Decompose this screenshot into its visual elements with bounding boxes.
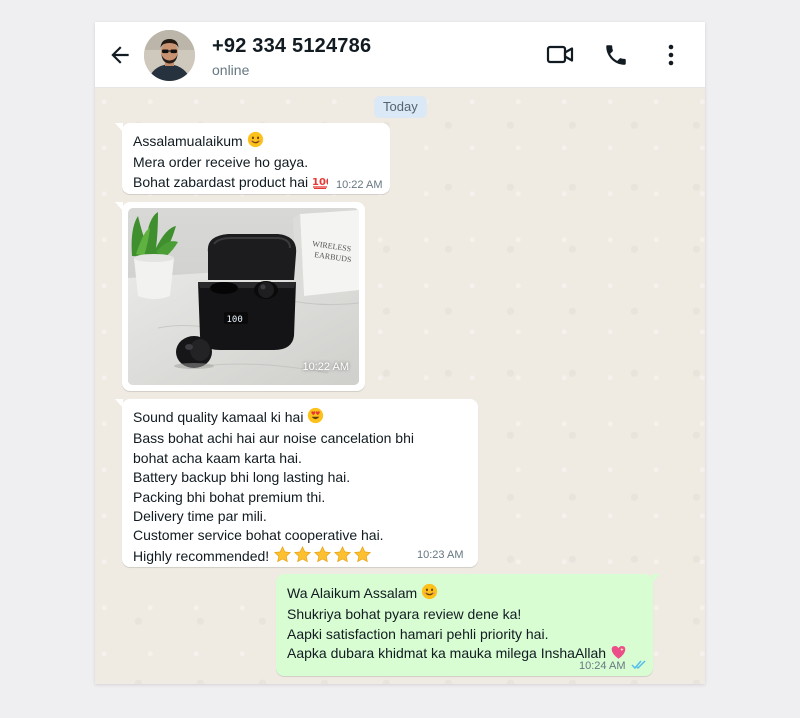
star-emoji: [274, 545, 292, 563]
message-time: 10:23 AM: [417, 549, 464, 561]
chat-window: +92 334 5124786 online Today Assalamuala…: [95, 22, 705, 684]
video-call-icon[interactable]: [546, 42, 574, 68]
contact-name[interactable]: +92 334 5124786: [212, 35, 371, 58]
star-emoji: [314, 545, 332, 563]
message-text: Battery backup bhi long lasting hai.: [133, 469, 351, 486]
message-bubble-outgoing[interactable]: Wa Alaikum Assalam Shukriya bohat pyara …: [276, 574, 660, 676]
message-time: 10:22 AM: [302, 360, 349, 373]
message-text: Bohat zabardast product hai: [133, 173, 309, 190]
message-text: Aapka dubara khidmat ka mauka milega Ins…: [287, 645, 607, 662]
message-text: Customer service bohat cooperative hai.: [133, 527, 384, 544]
chat-area[interactable]: Today Assalamualaikum Mera order receive…: [95, 88, 705, 684]
smiling-face-emoji: [247, 131, 264, 153]
message-text: Shukriya bohat pyara review dene ka!: [287, 606, 522, 623]
message-text: Sound quality kamaal ki hai: [133, 409, 304, 425]
star-rating: [273, 545, 373, 568]
message-text: Mera order receive ho gaya.: [133, 154, 309, 171]
star-emoji: [294, 545, 312, 563]
message-time: 10:22 AM: [336, 179, 383, 191]
message-text: Packing bhi bohat premium thi.: [133, 488, 326, 505]
avatar[interactable]: [144, 30, 195, 81]
phone-icon[interactable]: [602, 42, 630, 68]
message-text: Aapki satisfaction hamari pehli priority…: [287, 625, 549, 642]
contact-status: online: [212, 62, 250, 78]
hundred-points-emoji: 100: [312, 174, 333, 194]
message-text: Highly recommended!: [133, 547, 270, 564]
date-separator: Today: [374, 96, 427, 118]
message-text: Delivery time par mili.: [133, 508, 267, 525]
double-blue-ticks-icon: [631, 660, 646, 670]
message-text: Assalamualaikum: [133, 133, 243, 149]
message-bubble-incoming[interactable]: Sound quality kamaal ki hai Bass bohat a…: [115, 399, 478, 568]
message-text: Bass bohat achi hai aur noise cancelatio…: [133, 430, 414, 447]
star-emoji: [334, 545, 352, 563]
heart-eyes-emoji: [307, 407, 324, 429]
image-message-bubble[interactable]: WIRELESS EARBUDS 100 10:22 AM: [115, 202, 365, 391]
case-display-text: 100: [227, 315, 243, 325]
product-photo[interactable]: WIRELESS EARBUDS 100 10:22 AM: [128, 208, 359, 385]
message-text: Wa Alaikum Assalam: [287, 585, 418, 601]
chat-header: +92 334 5124786 online: [95, 22, 705, 88]
smiling-face-emoji: [421, 583, 438, 605]
star-emoji: [354, 545, 372, 563]
message-time: 10:24 AM: [579, 660, 626, 672]
message-bubble-incoming[interactable]: Assalamualaikum Mera order receive ho ga…: [115, 123, 390, 194]
message-text: bohat acha kaam karta hai.: [133, 449, 302, 466]
back-arrow-icon[interactable]: [107, 42, 133, 68]
more-options-icon[interactable]: [658, 42, 684, 68]
